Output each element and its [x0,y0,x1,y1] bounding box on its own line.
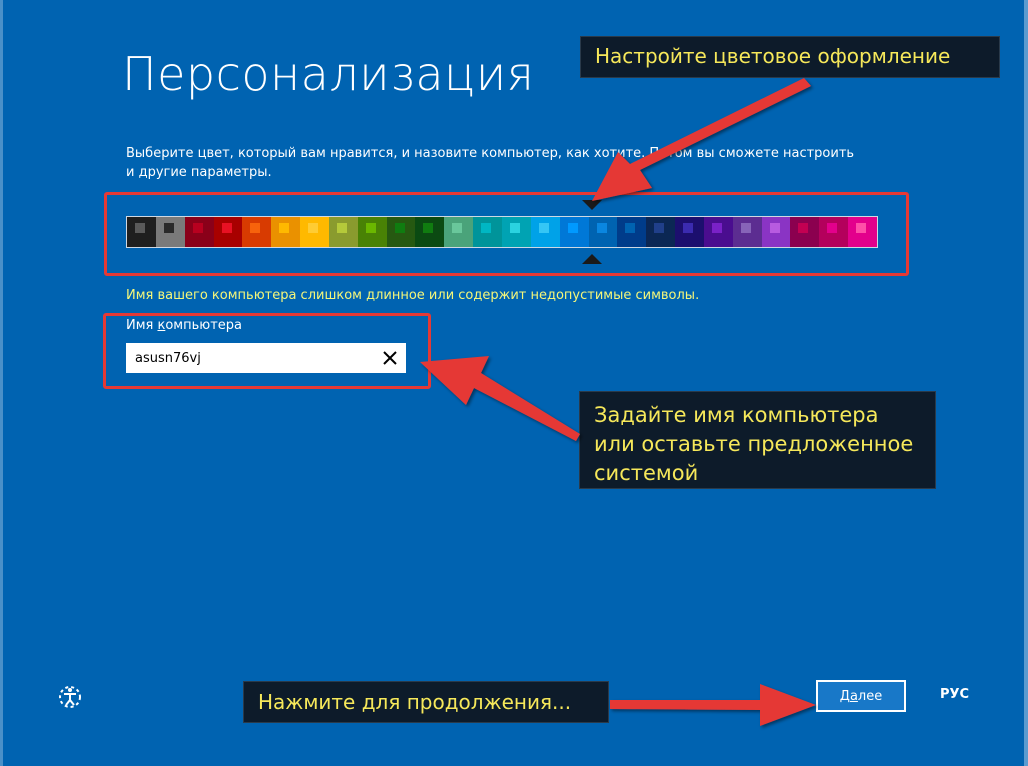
callout-name-line3: системой [594,461,699,485]
color-swatch-chip [250,223,261,233]
color-swatch-chip [538,223,549,233]
callout-name: Задайте имя компьютера или оставьте пред… [579,391,936,489]
color-swatch[interactable] [357,217,387,247]
color-swatch-chip [683,223,694,233]
callout-name-line2: или оставьте предложенное [594,432,914,456]
color-swatch[interactable] [184,217,214,247]
color-swatch-chip [279,223,290,233]
color-swatch-chip [625,223,636,233]
color-swatch-chip [856,223,867,233]
close-icon [383,351,397,365]
color-swatch[interactable] [588,217,618,247]
color-swatch-chip [711,223,722,233]
color-swatch[interactable] [328,217,358,247]
callout-color: Настройте цветовое оформление [580,36,1000,78]
color-swatch-chip [394,223,405,233]
window-edge-right [1024,0,1028,766]
color-swatch[interactable] [271,217,301,247]
color-swatch-chip [740,223,751,233]
color-swatch[interactable] [646,217,676,247]
color-swatch-chip [192,223,203,233]
color-palette[interactable] [126,216,878,248]
color-swatch-chip [827,223,838,233]
color-swatch[interactable] [501,217,531,247]
color-swatch[interactable] [790,217,820,247]
color-swatch[interactable] [703,217,733,247]
ease-of-access-icon[interactable] [56,683,84,711]
arrow-to-name-field [420,356,580,441]
color-swatch[interactable] [732,217,762,247]
color-swatch[interactable] [386,217,416,247]
color-swatch[interactable] [444,217,474,247]
color-swatch-chip [308,223,319,233]
next-rest: лее [857,688,883,704]
color-swatch-chip [481,223,492,233]
color-swatch[interactable] [213,217,243,247]
next-button[interactable]: Да лее [816,680,906,712]
color-swatch-chip [798,223,809,233]
next-access-key: а [849,688,858,704]
color-swatch[interactable] [848,217,877,247]
color-swatch-chip [769,223,780,233]
label-prefix: Имя [126,318,158,333]
page-description: Выберите цвет, который вам нравится, и н… [126,146,855,180]
callout-next: Нажмите для продолжения... [243,681,609,723]
selected-color-marker-top [582,200,602,210]
clear-input-button[interactable] [375,344,405,372]
color-swatch[interactable] [559,217,589,247]
color-swatch-chip [365,223,376,233]
color-swatch[interactable] [761,217,791,247]
color-swatch[interactable] [300,217,329,247]
color-swatch-chip [423,223,434,233]
language-indicator[interactable]: РУС [940,687,969,702]
color-swatch-chip [336,223,347,233]
color-swatch[interactable] [675,217,704,247]
page-title: Персонализация [122,47,535,101]
color-swatch[interactable] [530,217,560,247]
label-rest: омпьютера [165,318,242,333]
color-swatch-chip [221,223,232,233]
color-swatch[interactable] [473,217,502,247]
color-swatch[interactable] [155,217,185,247]
color-swatch-chip [567,223,578,233]
name-warning-text: Имя вашего компьютера слишком длинное ил… [126,288,700,303]
arrow-to-next-button [610,684,816,726]
color-swatch-chip [509,223,520,233]
color-swatch-chip [163,223,174,233]
color-swatch-chip [452,223,463,233]
window-edge-left [0,0,3,766]
callout-name-line1: Задайте имя компьютера [594,403,879,427]
arrow-to-palette [592,78,811,201]
color-swatch-chip [654,223,665,233]
color-swatch[interactable] [819,217,849,247]
computer-name-field[interactable] [126,343,406,373]
color-swatch[interactable] [242,217,272,247]
computer-name-input[interactable] [127,350,375,366]
color-swatch[interactable] [415,217,445,247]
color-swatch[interactable] [127,217,156,247]
color-swatch-chip [135,223,145,233]
computer-name-label: Имя компьютера [126,318,242,333]
color-swatch[interactable] [617,217,647,247]
next-prefix: Д [839,688,850,704]
selected-color-marker-bottom [582,254,602,264]
color-swatch-chip [596,223,607,233]
